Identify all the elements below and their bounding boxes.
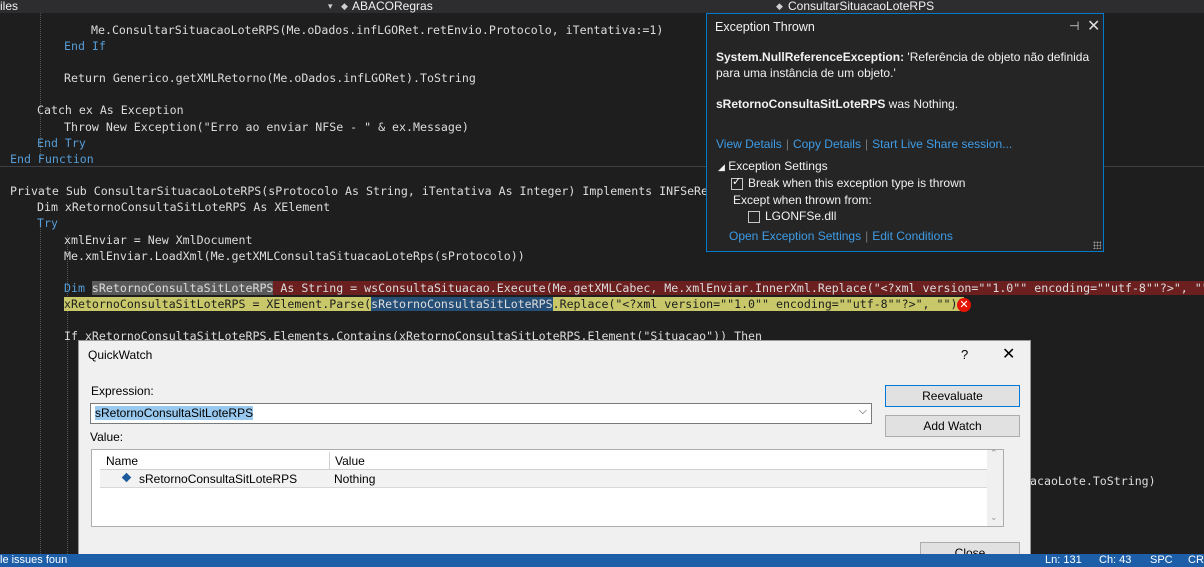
- code-line-current: xRetornoConsultaSitLoteRPS = XElement.Pa…: [64, 297, 965, 311]
- collapse-triangle-icon: ◢: [718, 162, 725, 172]
- status-bar: le issues foun Ln: 131 Ch: 43 SPC CR: [0, 554, 1204, 567]
- method-icon: ◆: [776, 1, 783, 11]
- resize-grip-icon[interactable]: [1093, 241, 1101, 249]
- edit-conditions-link[interactable]: Edit Conditions: [872, 229, 953, 243]
- variable-icon: [121, 472, 132, 483]
- column-header-value[interactable]: Value: [335, 454, 365, 468]
- nav-project-dropdown[interactable]: ABACORegras: [352, 0, 433, 13]
- exception-links: View Details | Copy Details | Start Live Sha…: [716, 137, 1013, 151]
- status-issues[interactable]: le issues foun: [0, 554, 67, 566]
- grid-header: Name Value: [100, 452, 998, 470]
- highlighted-variable: sRetornoConsultaSitLoteRPS: [91, 281, 274, 295]
- module-checkbox-row[interactable]: LGONFSe.dll: [748, 209, 836, 223]
- status-column[interactable]: Ch: 43: [1099, 554, 1131, 566]
- indent-guide: [40, 218, 41, 554]
- exception-settings-header[interactable]: ◢ Exception Settings: [718, 159, 828, 173]
- navigation-bar: iles ▾ ◆ ABACORegras ◆ ConsultarSituacao…: [0, 0, 1204, 13]
- close-icon[interactable]: ✕: [1087, 16, 1100, 36]
- except-label: Except when thrown from:: [733, 193, 872, 207]
- row-name: sRetornoConsultaSitLoteRPS: [139, 472, 298, 486]
- code-line: Private Sub ConsultarSituacaoLoteRPS(sPr…: [10, 184, 729, 198]
- expression-combobox[interactable]: sRetornoConsultaSitLoteRPS ⌵: [90, 403, 872, 424]
- add-watch-button[interactable]: Add Watch: [885, 415, 1020, 437]
- class-icon: ◆: [341, 1, 348, 11]
- table-row[interactable]: sRetornoConsultaSitLoteRPS Nothing: [100, 470, 998, 488]
- column-header-name[interactable]: Name: [106, 454, 138, 468]
- copy-details-link[interactable]: Copy Details: [793, 137, 861, 151]
- reevaluate-button[interactable]: Reevaluate: [885, 385, 1020, 407]
- code-line: xmlEnviar = New XmlDocument: [64, 233, 253, 247]
- break-checkbox-row[interactable]: Break when this exception type is thrown: [731, 175, 965, 190]
- scroll-down-icon[interactable]: ⌄: [990, 512, 998, 523]
- exception-popup: Exception Thrown ⊣ ✕ System.NullReferenc…: [706, 13, 1104, 252]
- vertical-scrollbar[interactable]: ⌃ ⌄: [987, 448, 1003, 526]
- open-exception-settings-link[interactable]: Open Exception Settings: [729, 229, 861, 243]
- close-icon[interactable]: ✕: [1002, 344, 1015, 364]
- expression-label: Expression:: [91, 384, 154, 398]
- code-line: End If: [64, 39, 106, 53]
- code-line: End Function: [10, 152, 94, 166]
- chevron-down-icon[interactable]: ▾: [328, 1, 333, 12]
- module-checkbox[interactable]: [748, 210, 760, 223]
- code-line: Try: [37, 216, 58, 230]
- exception-message: System.NullReferenceException: 'Referênc…: [716, 50, 1090, 80]
- help-icon[interactable]: ?: [961, 347, 968, 362]
- code-line: Me.ConsultarSituacaoLoteRPS(Me.oDados.in…: [91, 23, 664, 37]
- exception-detail: sRetornoConsultaSitLoteRPS was Nothing.: [716, 97, 959, 111]
- code-line: Return Generico.getXMLRetorno(Me.oDados.…: [64, 71, 476, 85]
- code-line: Me.xmlEnviar.LoadXml(Me.getXMLConsultaSi…: [64, 249, 525, 263]
- selected-variable: sRetornoConsultaSitLoteRPS: [371, 297, 553, 311]
- exception-title: Exception Thrown: [715, 20, 815, 34]
- chevron-down-icon[interactable]: ⌵: [859, 405, 867, 418]
- code-line: Catch ex As Exception: [37, 103, 184, 117]
- code-line-fragment: acaoLote.ToString): [1030, 474, 1156, 488]
- code-line-error: Dim sRetornoConsultaSitLoteRPS As String…: [64, 280, 1204, 296]
- status-spacing[interactable]: SPC: [1150, 554, 1173, 566]
- status-line[interactable]: Ln: 131: [1045, 554, 1082, 566]
- code-line: Throw New Exception("Erro ao enviar NFSe…: [64, 120, 469, 134]
- view-details-link[interactable]: View Details: [716, 137, 782, 151]
- value-grid[interactable]: Name Value sRetornoConsultaSitLoteRPS No…: [91, 448, 1004, 527]
- error-icon[interactable]: ✕: [957, 298, 971, 312]
- row-value[interactable]: Nothing: [334, 472, 375, 486]
- nav-files-label[interactable]: iles: [0, 0, 18, 13]
- expression-value[interactable]: sRetornoConsultaSitLoteRPS: [95, 406, 254, 420]
- status-line-ending[interactable]: CR: [1188, 554, 1204, 566]
- pin-icon[interactable]: ⊣: [1069, 19, 1079, 33]
- value-label: Value:: [90, 430, 124, 444]
- exception-footer-links: Open Exception Settings | Edit Conditions: [729, 229, 953, 243]
- live-share-link[interactable]: Start Live Share session...: [872, 137, 1012, 151]
- break-checkbox[interactable]: [731, 175, 743, 190]
- nav-method-dropdown[interactable]: ConsultarSituacaoLoteRPS: [788, 0, 934, 13]
- code-line: Dim xRetornoConsultaSitLoteRPS As XEleme…: [37, 200, 331, 214]
- scroll-up-icon[interactable]: ⌃: [990, 448, 998, 459]
- dialog-title: QuickWatch: [88, 348, 153, 362]
- quickwatch-dialog: QuickWatch ? ✕ Expression: sRetornoConsu…: [78, 340, 1031, 567]
- code-line: End Try: [37, 136, 86, 150]
